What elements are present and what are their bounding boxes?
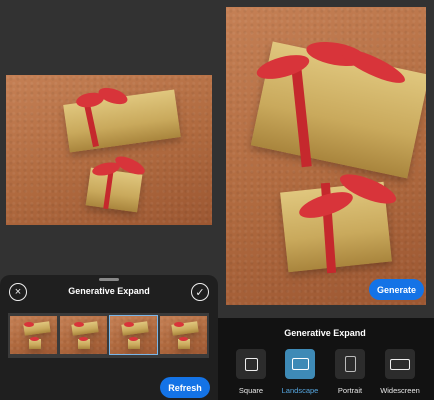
generate-button[interactable]: Generate bbox=[369, 279, 424, 300]
aspect-landscape-button[interactable] bbox=[285, 349, 315, 379]
refresh-button[interactable]: Refresh bbox=[160, 377, 210, 398]
confirm-button[interactable]: ✓ bbox=[191, 283, 209, 301]
thumbnail-1[interactable] bbox=[10, 316, 57, 354]
aspect-square-button[interactable] bbox=[236, 349, 266, 379]
aspect-widescreen-button[interactable] bbox=[385, 349, 415, 379]
thumbnail-3-selected[interactable] bbox=[109, 315, 158, 355]
close-icon: × bbox=[14, 286, 22, 298]
thumbnail-2[interactable] bbox=[60, 316, 107, 354]
preview-image-right bbox=[226, 7, 426, 305]
drag-handle[interactable] bbox=[99, 278, 119, 281]
portrait-icon bbox=[344, 356, 356, 372]
close-button[interactable]: × bbox=[9, 283, 27, 301]
aspect-label-square: Square bbox=[238, 386, 264, 395]
aspect-label-widescreen: Widescreen bbox=[380, 386, 420, 395]
landscape-icon bbox=[291, 358, 309, 370]
widescreen-icon bbox=[390, 358, 410, 370]
aspect-label-portrait: Portrait bbox=[337, 386, 363, 395]
panel-title: Generative Expand bbox=[68, 286, 150, 296]
thumbnail-strip bbox=[8, 313, 209, 358]
check-icon: ✓ bbox=[195, 286, 205, 299]
square-icon bbox=[244, 357, 258, 371]
preview-image-left bbox=[6, 75, 212, 225]
aspect-portrait-button[interactable] bbox=[335, 349, 365, 379]
thumbnail-4[interactable] bbox=[160, 316, 207, 354]
aspect-panel-title: Generative Expand bbox=[284, 328, 366, 338]
aspect-label-landscape: Landscape bbox=[281, 386, 319, 395]
